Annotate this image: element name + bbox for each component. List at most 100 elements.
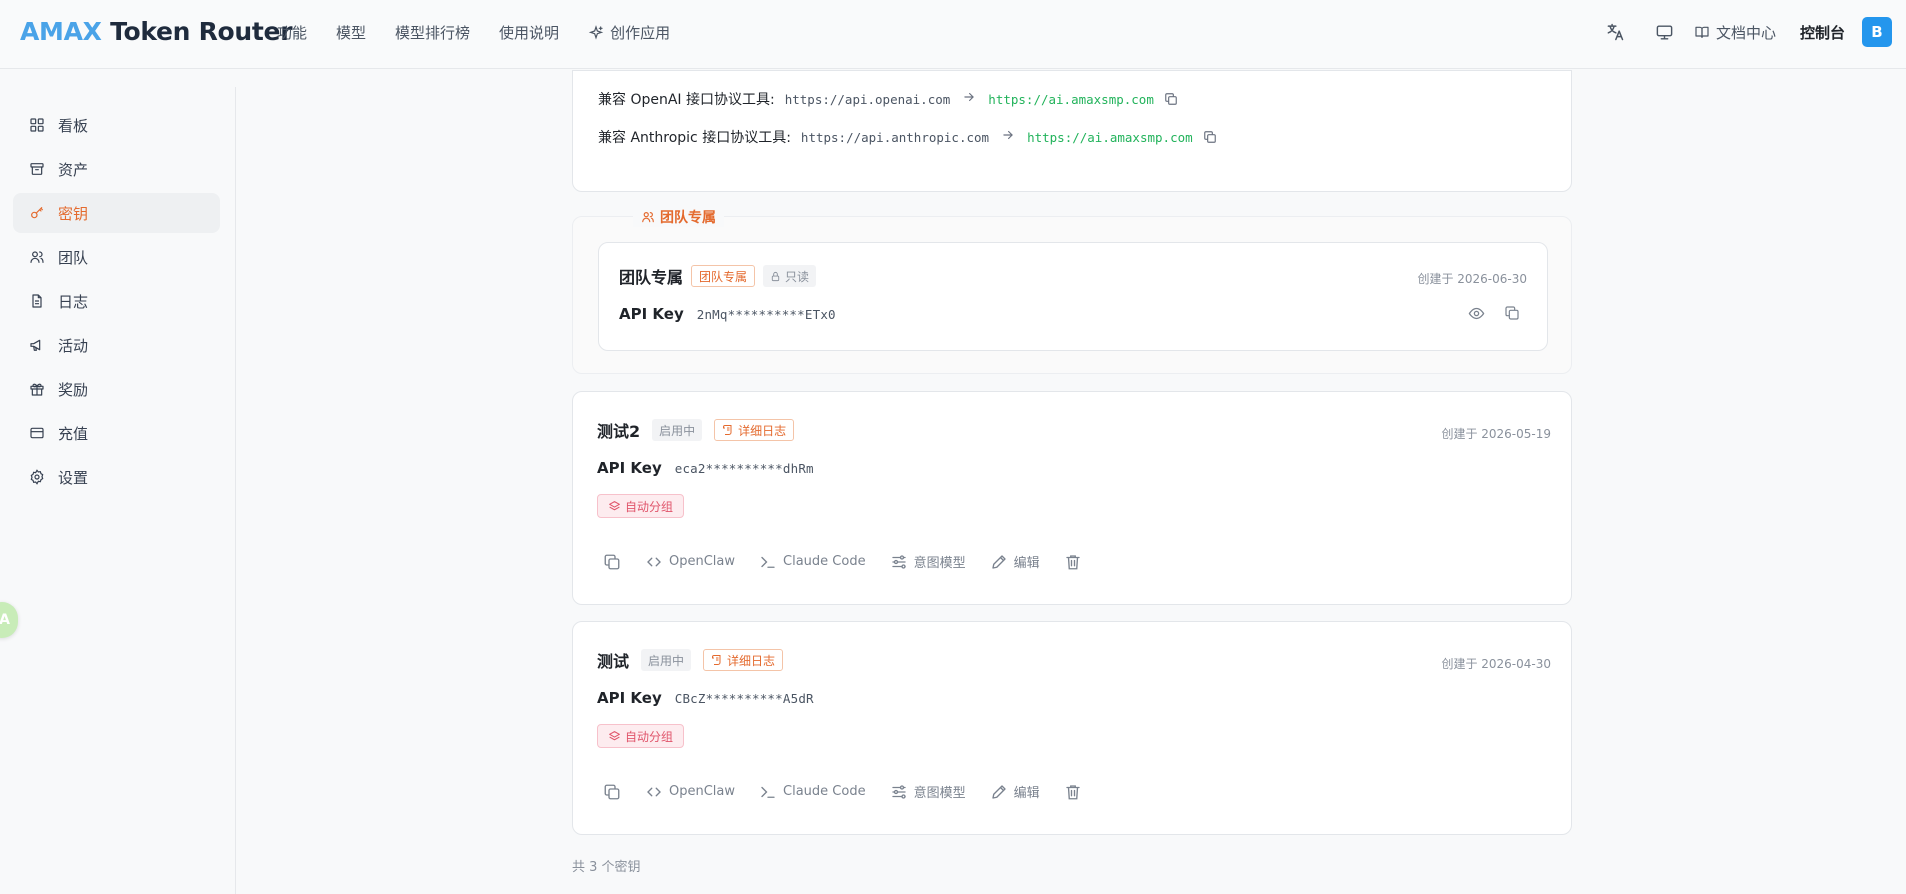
intent-model-button[interactable]: 意图模型	[890, 782, 966, 801]
claude-code-label: Claude Code	[783, 784, 866, 799]
delete-button[interactable]	[1064, 783, 1082, 801]
nav-create-app[interactable]: 创作应用	[588, 22, 670, 43]
sidebar-item-dashboard[interactable]: 看板	[13, 105, 220, 145]
sidebar-item-assets[interactable]: 资产	[13, 149, 220, 189]
team-key-card: 团队专属 团队专属 只读 创建于 2026-06-30 API Key 2nMq…	[598, 242, 1548, 351]
api-key-value: 2nMq**********ETx0	[696, 306, 836, 322]
api-key-value: eca2**********dhRm	[674, 460, 814, 476]
team-exclusive-tag: 团队专属	[691, 265, 756, 287]
layers-icon	[609, 500, 620, 510]
api-key-label: API Key	[619, 305, 684, 323]
compat-source-url: https://api.openai.com	[784, 91, 951, 107]
team-legend-label: 团队专属	[660, 210, 716, 226]
edit-button[interactable]: 编辑	[990, 552, 1040, 571]
openclaw-label: OpenClaw	[669, 784, 736, 799]
claude-code-button[interactable]: Claude Code	[759, 553, 866, 571]
intent-model-button[interactable]: 意图模型	[890, 552, 966, 571]
readonly-tag-label: 只读	[785, 269, 810, 284]
edit-label: 编辑	[1013, 556, 1040, 571]
created-date: 创建于 2026-04-30	[1441, 657, 1551, 671]
sidebar-item-label: 奖励	[58, 380, 89, 399]
readonly-tag: 只读	[763, 265, 817, 287]
sliders-icon	[891, 554, 906, 569]
auto-group-label: 自动分组	[625, 499, 674, 514]
code-icon	[647, 787, 661, 796]
key-card: 测试2 启用中 详细日志 创建于 2026-05-19 API Key eca2…	[572, 391, 1572, 605]
status-badge: 启用中	[652, 419, 703, 441]
megaphone-icon	[30, 339, 41, 351]
nav-features[interactable]: 功能	[277, 22, 307, 43]
nav-leaderboard[interactable]: 模型排行榜	[395, 22, 470, 43]
sidebar-item-activities[interactable]: 活动	[13, 325, 220, 365]
book-icon	[1695, 26, 1709, 38]
archive-icon	[30, 163, 44, 175]
trash-icon	[1065, 784, 1080, 799]
app-logo[interactable]: AMAX Token Router	[20, 17, 293, 46]
key-card-header: 测试 启用中 详细日志	[597, 648, 784, 672]
claude-code-label: Claude Code	[783, 554, 866, 569]
sidebar-item-team[interactable]: 团队	[13, 237, 220, 277]
api-key-label: API Key	[597, 459, 662, 477]
sidebar-item-recharge[interactable]: 充值	[13, 413, 220, 453]
scroll-icon	[723, 425, 732, 435]
compat-source-url: https://api.anthropic.com	[800, 129, 990, 145]
status-badge: 启用中	[641, 649, 692, 671]
user-avatar[interactable]: B	[1862, 17, 1892, 47]
compat-row-openai: 兼容 OpenAI 接口协议工具: https://api.openai.com…	[598, 89, 1178, 109]
nav-usage-guide[interactable]: 使用说明	[499, 22, 559, 43]
sidebar-item-label: 团队	[58, 248, 89, 267]
delete-button[interactable]	[1064, 553, 1082, 571]
credit-card-icon	[30, 427, 44, 439]
eye-icon[interactable]	[1468, 305, 1485, 326]
copy-key-button[interactable]	[603, 783, 621, 801]
copy-icon	[604, 784, 620, 799]
intent-model-label: 意图模型	[913, 556, 966, 571]
translate-button[interactable]	[1600, 17, 1630, 47]
sidebar-item-logs[interactable]: 日志	[13, 281, 220, 321]
sidebar-item-label: 充值	[58, 424, 89, 443]
copy-icon[interactable]	[1203, 130, 1217, 144]
nav-leaderboard-label: 模型排行榜	[395, 24, 471, 42]
created-date: 创建于 2026-05-19	[1441, 427, 1551, 441]
console-link[interactable]: 控制台	[1800, 22, 1845, 43]
key-name: 测试	[597, 652, 630, 671]
display-mode-button[interactable]	[1650, 17, 1680, 47]
key-count-footer: 共 3 个密钥	[572, 860, 641, 875]
nav-features-label: 功能	[277, 24, 308, 42]
docs-center-link[interactable]: 文档中心	[1694, 22, 1776, 43]
gift-icon	[30, 383, 44, 396]
compat-target-url[interactable]: https://ai.amaxsmp.com	[1027, 130, 1193, 145]
sidebar-item-label: 密钥	[58, 204, 89, 223]
detailed-log-tag: 详细日志	[714, 419, 795, 441]
trash-icon	[1065, 554, 1080, 569]
arrow-right-icon	[1001, 128, 1015, 146]
edit-button[interactable]: 编辑	[990, 782, 1040, 801]
terminal-icon	[761, 556, 775, 568]
sidebar-item-label: 资产	[58, 160, 89, 179]
openclaw-button[interactable]: OpenClaw	[645, 553, 735, 571]
sidebar-item-keys[interactable]: 密钥	[13, 193, 220, 233]
arrow-right-icon	[962, 90, 976, 108]
copy-key-button[interactable]	[603, 553, 621, 571]
nav-models[interactable]: 模型	[336, 22, 366, 43]
sidebar-item-settings[interactable]: 设置	[13, 457, 220, 497]
api-key-row: API Key CBcZ**********A5dR	[597, 689, 814, 707]
claude-code-button[interactable]: Claude Code	[759, 783, 866, 801]
compat-target-url[interactable]: https://ai.amaxsmp.com	[988, 92, 1154, 107]
openclaw-button[interactable]: OpenClaw	[645, 783, 735, 801]
docs-center-label: 文档中心	[1715, 23, 1776, 42]
dashboard-icon	[30, 118, 44, 132]
top-bar: AMAX Token Router 功能 模型 模型排行榜 使用说明 创作应用 …	[0, 0, 1906, 69]
intent-model-label: 意图模型	[913, 786, 966, 801]
api-key-label: API Key	[597, 689, 662, 707]
team-section-legend: 团队专属	[633, 207, 724, 227]
translate-icon	[1607, 23, 1624, 41]
copy-icon[interactable]	[1504, 305, 1520, 325]
copy-icon[interactable]	[1164, 92, 1178, 106]
auto-group-tag: 自动分组	[597, 724, 685, 748]
nav-models-label: 模型	[336, 24, 367, 42]
sidebar-item-rewards[interactable]: 奖励	[13, 369, 220, 409]
api-key-row: API Key eca2**********dhRm	[597, 459, 814, 477]
users-icon	[642, 212, 654, 223]
key-card-header: 测试2 启用中 详细日志	[597, 418, 795, 442]
